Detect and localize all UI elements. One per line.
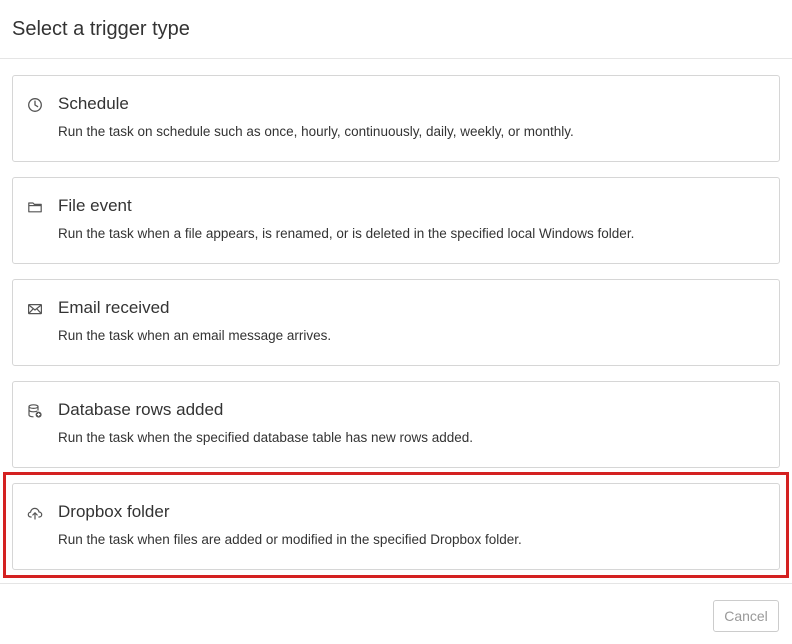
cancel-button[interactable]: Cancel <box>713 600 779 632</box>
trigger-option-dropbox-folder[interactable]: Dropbox folder Run the task when files a… <box>12 483 780 570</box>
option-description: Run the task on schedule such as once, h… <box>58 124 574 139</box>
option-description: Run the task when a file appears, is ren… <box>58 226 635 241</box>
trigger-option-database-rows-added[interactable]: Database rows added Run the task when th… <box>12 381 780 468</box>
dialog-title: Select a trigger type <box>12 18 190 40</box>
trigger-option-file-event[interactable]: File event Run the task when a file appe… <box>12 177 780 264</box>
dialog-header: Select a trigger type <box>0 0 792 59</box>
trigger-type-dialog: Select a trigger type Schedule Run the t… <box>0 0 792 644</box>
dialog-footer: Cancel <box>0 583 792 644</box>
folder-icon <box>27 199 43 215</box>
option-description: Run the task when files are added or mod… <box>58 532 522 547</box>
trigger-option-schedule[interactable]: Schedule Run the task on schedule such a… <box>12 75 780 162</box>
cloud-upload-icon <box>27 505 43 521</box>
option-title: Email received <box>58 298 170 317</box>
trigger-option-email-received[interactable]: Email received Run the task when an emai… <box>12 279 780 366</box>
trigger-options-list: Schedule Run the task on schedule such a… <box>12 75 780 585</box>
option-title: File event <box>58 196 132 215</box>
envelope-icon <box>27 301 43 317</box>
option-title: Database rows added <box>58 400 224 419</box>
clock-icon <box>27 97 43 113</box>
option-description: Run the task when an email message arriv… <box>58 328 332 343</box>
option-title: Schedule <box>58 94 129 113</box>
option-title: Dropbox folder <box>58 502 170 521</box>
option-description: Run the task when the specified database… <box>58 430 474 445</box>
database-add-icon <box>27 403 43 419</box>
